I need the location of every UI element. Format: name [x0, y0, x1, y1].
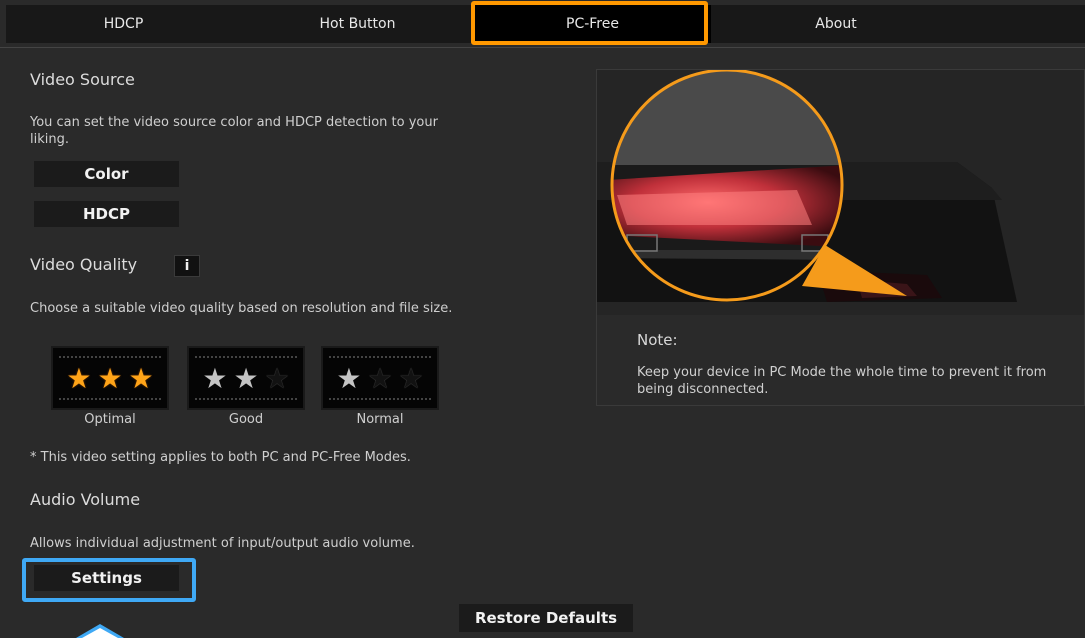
- audio-volume-heading: Audio Volume: [30, 490, 141, 509]
- quality-label: Optimal: [84, 412, 136, 427]
- hdcp-button[interactable]: HDCP: [34, 201, 179, 227]
- header-divider: [0, 47, 1085, 48]
- audio-volume-description: Allows individual adjustment of input/ou…: [30, 536, 415, 551]
- tab-hot-button[interactable]: Hot Button: [241, 5, 474, 43]
- one-star-icon: ★ ★ ★: [323, 362, 437, 396]
- star-silver-icon: ★: [336, 362, 362, 395]
- note-text: Keep your device in PC Mode the whole ti…: [637, 365, 1047, 397]
- two-star-icon: ★ ★ ★: [189, 362, 303, 396]
- star-silver-icon: ★: [233, 362, 259, 395]
- tab-hdcp[interactable]: HDCP: [6, 5, 241, 43]
- restore-defaults-button[interactable]: Restore Defaults: [459, 604, 633, 632]
- three-star-icon: ★ ★ ★: [53, 362, 167, 396]
- star-empty-icon: ★: [264, 362, 290, 395]
- tab-pc-free[interactable]: PC-Free: [474, 5, 711, 43]
- video-quality-description: Choose a suitable video quality based on…: [30, 301, 453, 316]
- video-source-description: You can set the video source color and H…: [30, 115, 438, 147]
- quality-box: ★ ★ ★: [187, 346, 305, 410]
- video-quality-heading: Video Quality: [30, 255, 138, 274]
- device-image-icon: [597, 70, 1084, 405]
- note-title: Note:: [637, 331, 678, 349]
- quality-box: ★ ★ ★: [321, 346, 439, 410]
- star-gold-icon: ★: [128, 362, 154, 395]
- settings-button[interactable]: Settings: [34, 565, 179, 591]
- star-gold-icon: ★: [66, 362, 92, 395]
- tab-about[interactable]: About: [711, 5, 961, 43]
- color-button[interactable]: Color: [34, 161, 179, 187]
- star-empty-icon: ★: [367, 362, 393, 395]
- star-gold-icon: ★: [97, 362, 123, 395]
- info-icon[interactable]: i: [174, 255, 200, 277]
- device-illustration: [596, 69, 1085, 406]
- quality-option-normal[interactable]: ★ ★ ★ Normal: [321, 346, 439, 427]
- quality-label: Normal: [356, 412, 404, 427]
- video-source-heading: Video Source: [30, 70, 135, 89]
- quality-option-good[interactable]: ★ ★ ★ Good: [187, 346, 305, 427]
- video-quality-footnote: * This video setting applies to both PC …: [30, 450, 411, 465]
- pointer-arrow-inner: [82, 628, 118, 638]
- quality-box: ★ ★ ★: [51, 346, 169, 410]
- quality-label: Good: [228, 412, 264, 427]
- star-empty-icon: ★: [398, 362, 424, 395]
- tab-bar: HDCP Hot Button PC-Free About: [0, 0, 1085, 47]
- quality-option-optimal[interactable]: ★ ★ ★ Optimal: [51, 346, 169, 427]
- star-silver-icon: ★: [202, 362, 228, 395]
